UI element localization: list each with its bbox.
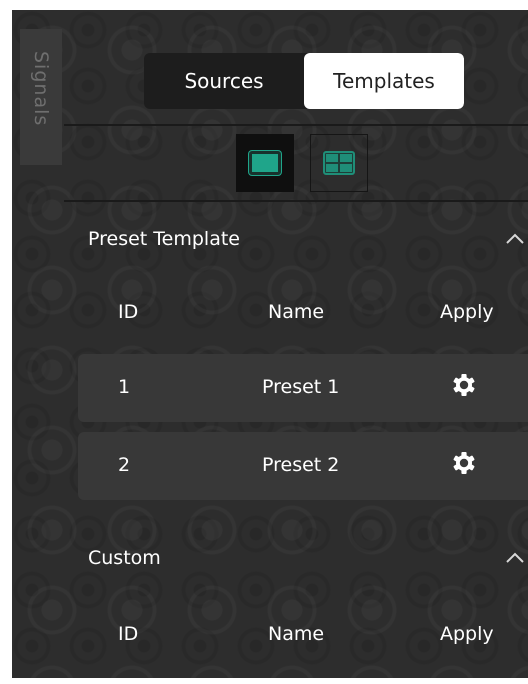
custom-title: Custom (88, 547, 161, 569)
collapse-preset-button[interactable] (502, 226, 528, 252)
row-id: 2 (118, 454, 131, 476)
custom-table-header: ID Name Apply (12, 615, 528, 655)
collapse-custom-button[interactable] (502, 545, 528, 571)
sources-templates-toggle: Sources Templates (144, 53, 464, 109)
signals-tab-label: Signals (30, 51, 52, 127)
chevron-up-icon (506, 233, 524, 244)
column-name: Name (268, 623, 325, 645)
preset-table-header: ID Name Apply (12, 293, 528, 333)
single-view-icon (249, 151, 281, 175)
sources-tab[interactable]: Sources (144, 53, 304, 109)
preset-template-title: Preset Template (88, 228, 240, 250)
divider (64, 200, 528, 202)
column-apply: Apply (440, 301, 494, 323)
table-row[interactable]: 1 Preset 1 (78, 354, 528, 422)
single-view-button[interactable] (236, 134, 294, 192)
templates-panel: Signals Sources Templates Preset Templat… (12, 10, 528, 678)
column-id: ID (118, 623, 139, 645)
column-apply: Apply (440, 623, 494, 645)
row-name: Preset 1 (262, 376, 340, 398)
row-name: Preset 2 (262, 454, 340, 476)
gear-icon (453, 452, 475, 474)
row-id: 1 (118, 376, 131, 398)
chevron-up-icon (506, 552, 524, 563)
column-name: Name (268, 301, 325, 323)
table-row[interactable]: 2 Preset 2 (78, 432, 528, 500)
templates-tab[interactable]: Templates (304, 53, 464, 109)
divider (64, 124, 528, 126)
signals-side-tab[interactable]: Signals (20, 29, 62, 165)
apply-gear-button[interactable] (451, 372, 477, 398)
gear-icon (453, 374, 475, 396)
quad-view-button[interactable] (310, 134, 368, 192)
quad-view-icon (323, 151, 355, 175)
column-id: ID (118, 301, 139, 323)
apply-gear-button[interactable] (451, 450, 477, 476)
